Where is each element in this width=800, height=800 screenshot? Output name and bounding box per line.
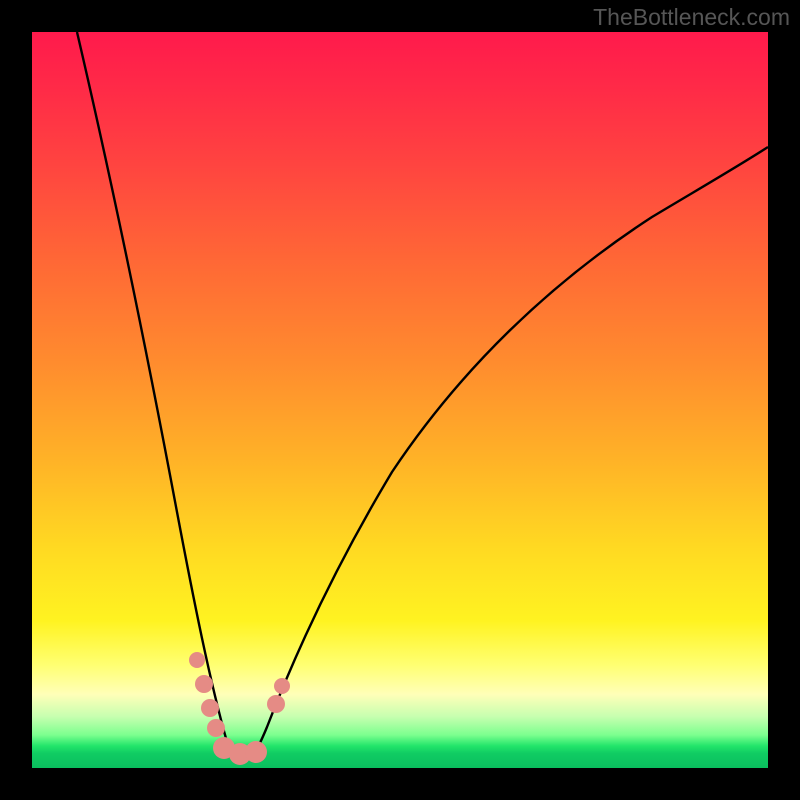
data-marker [274, 678, 290, 694]
curve-right [247, 147, 768, 757]
data-marker [207, 719, 225, 737]
watermark-text: TheBottleneck.com [593, 4, 790, 31]
plot-area [32, 32, 768, 768]
data-marker [201, 699, 219, 717]
curve-layer [32, 32, 768, 768]
data-marker [267, 695, 285, 713]
data-marker [195, 675, 213, 693]
data-marker [245, 741, 267, 763]
data-marker [189, 652, 205, 668]
chart-stage: TheBottleneck.com [0, 0, 800, 800]
curve-left [77, 32, 247, 757]
